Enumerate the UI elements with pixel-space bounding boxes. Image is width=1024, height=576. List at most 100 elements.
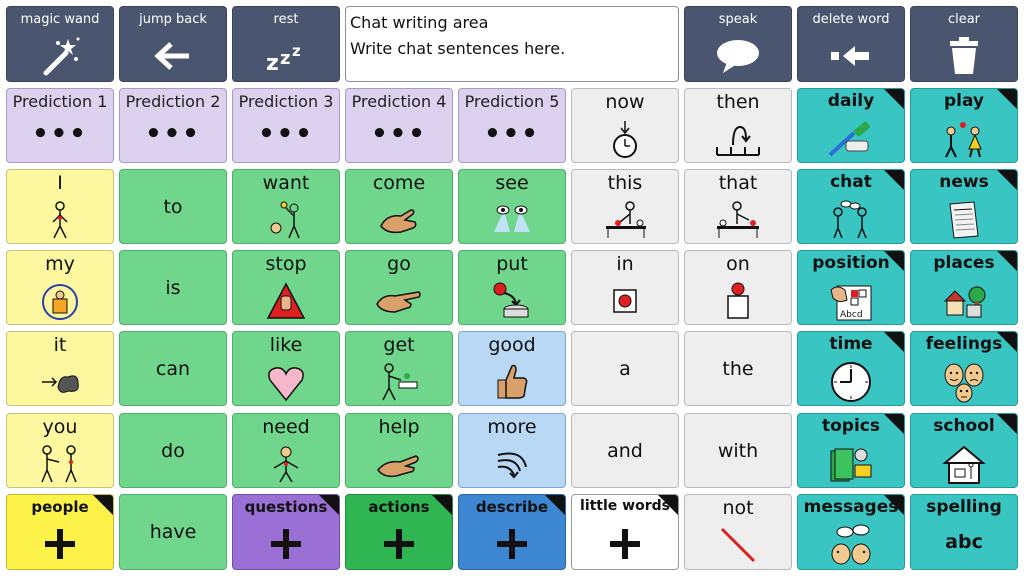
word-this-button[interactable]: this [571,169,679,244]
category-chat-button[interactable]: chat [797,169,905,244]
speak-label: speak [718,12,758,27]
position-card-icon: Abcd [798,279,904,323]
word-help-button[interactable]: help [345,413,453,488]
position-card-text: Abcd [840,310,863,320]
word-then-button[interactable]: then [684,88,792,163]
word-come-button[interactable]: come [345,169,453,244]
helping-hands-icon [346,442,452,486]
need-person-icon [233,442,339,486]
plus-icon [572,521,678,567]
category-position-button[interactable]: position Abcd [797,250,905,325]
category-topics-button[interactable]: topics [797,413,905,488]
word-go-button[interactable]: go [345,250,453,325]
category-play-button[interactable]: play [910,88,1018,163]
more-swirl-icon [459,442,565,486]
word-to-button[interactable]: to [119,169,227,244]
prediction-dots: ••• [32,119,88,149]
category-places-button[interactable]: places [910,250,1018,325]
word-get-button[interactable]: get [345,331,453,406]
chat-writing-area[interactable]: Chat writing area Write chat sentences h… [345,6,679,82]
category-label: feelings [925,334,1003,354]
word-label: in [616,253,634,275]
word-on-button[interactable]: on [684,250,792,325]
prediction-label: Prediction 4 [351,92,447,111]
category-actions-button[interactable]: actions [345,494,453,570]
category-label: people [31,498,89,516]
category-spelling-button[interactable]: spelling abc [910,494,1018,570]
thumbs-up-icon [459,360,565,404]
word-it-button[interactable]: it [6,331,114,406]
category-news-button[interactable]: news [910,169,1018,244]
word-i-button[interactable]: I [6,169,114,244]
stopwatch-icon [572,117,678,161]
word-label: my [45,253,75,275]
magic-wand-label: magic wand [20,12,100,27]
category-label: describe [475,498,549,516]
category-little-words-button[interactable]: little words [571,494,679,570]
word-a-button[interactable]: a [571,331,679,406]
word-put-button[interactable]: put [458,250,566,325]
prediction-4-button[interactable]: Prediction 4 ••• [345,88,453,163]
chat-area-title: Chat writing area [350,13,489,32]
word-the-button[interactable]: the [684,331,792,406]
category-school-button[interactable]: school [910,413,1018,488]
it-object-icon [7,360,113,404]
word-good-button[interactable]: good [458,331,566,406]
rest-button[interactable]: rest zzz [232,6,340,82]
plus-icon [233,521,339,567]
category-time-button[interactable]: time [797,331,905,406]
word-now-button[interactable]: now [571,88,679,163]
word-more-button[interactable]: more [458,413,566,488]
prediction-5-button[interactable]: Prediction 5 ••• [458,88,566,163]
category-people-button[interactable]: people [6,494,114,570]
speech-bubble-icon [685,33,791,79]
prediction-dots: ••• [258,119,314,149]
in-box-icon [572,279,678,323]
plus-icon [459,521,565,567]
word-is-button[interactable]: is [119,250,227,325]
word-my-button[interactable]: my [6,250,114,325]
person-self-icon [7,198,113,242]
people-chatting-icon [798,198,904,242]
category-daily-button[interactable]: daily [797,88,905,163]
category-questions-button[interactable]: questions [232,494,340,570]
prediction-2-button[interactable]: Prediction 2 ••• [119,88,227,163]
prediction-3-button[interactable]: Prediction 3 ••• [232,88,340,163]
sleep-zzz-icon: zzz [233,33,339,79]
jump-back-label: jump back [139,12,207,27]
category-label: chat [830,172,872,192]
word-you-button[interactable]: you [6,413,114,488]
word-with-button[interactable]: with [684,413,792,488]
delete-word-button[interactable]: delete word [797,6,905,82]
word-label: it [53,334,67,356]
word-label: I [57,172,63,194]
word-label: put [496,253,528,275]
prediction-label: Prediction 5 [464,92,560,111]
word-like-button[interactable]: like [232,331,340,406]
prediction-1-button[interactable]: Prediction 1 ••• [6,88,114,163]
delete-word-label: delete word [812,12,890,27]
word-need-button[interactable]: need [232,413,340,488]
clear-button[interactable]: clear [910,6,1018,82]
word-and-button[interactable]: and [571,413,679,488]
word-have-button[interactable]: have [119,494,227,570]
category-messages-button[interactable]: messages [797,494,905,570]
speak-button[interactable]: speak [684,6,792,82]
word-label: stop [265,253,307,275]
magic-wand-button[interactable]: magic wand [6,6,114,82]
messages-talking-icon [798,523,904,567]
word-label: help [378,416,420,438]
jump-back-button[interactable]: jump back [119,6,227,82]
word-in-button[interactable]: in [571,250,679,325]
category-label: position [812,253,890,273]
category-feelings-button[interactable]: feelings [910,331,1018,406]
word-stop-button[interactable]: stop [232,250,340,325]
word-that-button[interactable]: that [684,169,792,244]
word-not-button[interactable]: not [684,494,792,570]
word-can-button[interactable]: can [119,331,227,406]
word-want-button[interactable]: want [232,169,340,244]
category-describe-button[interactable]: describe [458,494,566,570]
category-label: daily [827,91,875,111]
word-see-button[interactable]: see [458,169,566,244]
word-do-button[interactable]: do [119,413,227,488]
